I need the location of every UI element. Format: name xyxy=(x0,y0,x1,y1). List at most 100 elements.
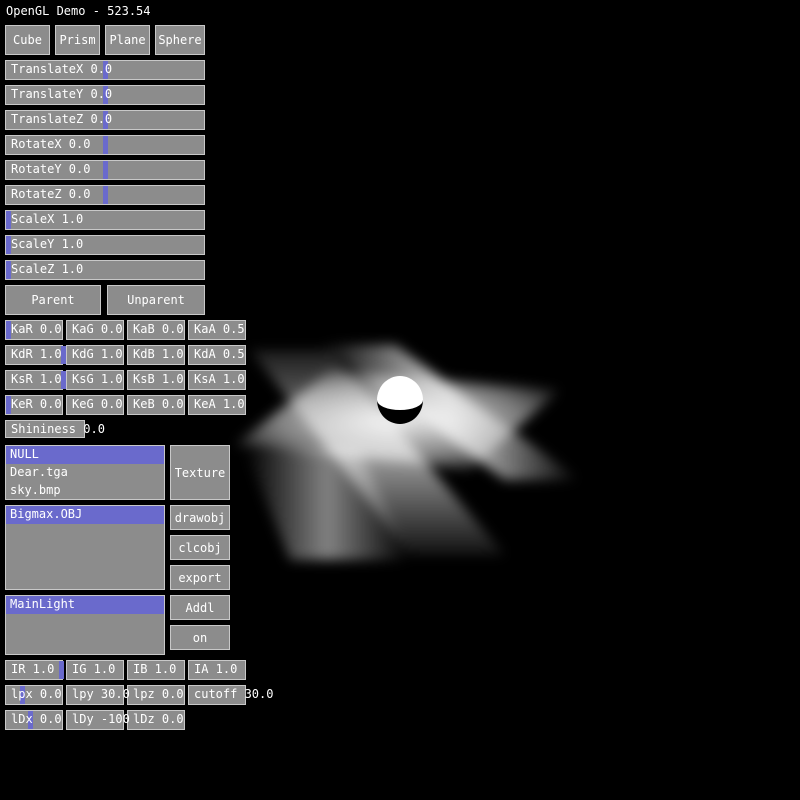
light-direction-slider[interactable]: lDz 0.0 xyxy=(127,710,185,730)
slider-label: IG 1.0 xyxy=(72,662,116,676)
light-position-slider[interactable]: lpx 0.0 xyxy=(5,685,63,705)
clcobj-button[interactable]: clcobj xyxy=(170,535,230,560)
light-on-button[interactable]: on xyxy=(170,625,230,650)
rendered-object xyxy=(235,345,580,560)
list-item[interactable]: Dear.tga xyxy=(6,464,164,482)
slider-label: IR 1.0 xyxy=(11,662,55,676)
slider-label: KsA 1.0 xyxy=(194,372,245,386)
slider-label: KdA 0.5 xyxy=(194,347,245,361)
window-title: OpenGL Demo - 523.54 xyxy=(6,4,151,18)
transform-slider[interactable]: ScaleY 1.0 xyxy=(5,235,205,255)
material-ka-slider[interactable]: KaR 0.0 xyxy=(5,320,63,340)
plane-button[interactable]: Plane xyxy=(105,25,150,55)
export-button[interactable]: export xyxy=(170,565,230,590)
list-item[interactable]: NULL xyxy=(6,446,164,464)
slider-label: KaA 0.5 xyxy=(194,322,245,336)
material-ka-slider[interactable]: KaG 0.0 xyxy=(66,320,124,340)
slider-label: IA 1.0 xyxy=(194,662,238,676)
slider-label: TranslateZ 0.0 xyxy=(11,112,113,126)
slider-label: KaR 0.0 xyxy=(11,322,62,336)
transform-slider[interactable]: ScaleX 1.0 xyxy=(5,210,205,230)
material-ke-slider[interactable]: KeA 1.0 xyxy=(188,395,246,415)
light-intensity-slider[interactable]: IG 1.0 xyxy=(66,660,124,680)
material-ks-slider[interactable]: KsG 1.0 xyxy=(66,370,124,390)
slider-label: ScaleZ 1.0 xyxy=(11,262,84,276)
material-kd-slider[interactable]: KdG 1.0 xyxy=(66,345,124,365)
slider-label: KeR 0.0 xyxy=(11,397,62,411)
light-sphere xyxy=(377,376,423,424)
list-item[interactable]: sky.bmp xyxy=(6,482,164,500)
light-intensity-slider[interactable]: IA 1.0 xyxy=(188,660,246,680)
slider-label: KeB 0.0 xyxy=(133,397,184,411)
shininess-slider[interactable]: Shininess 0.0 xyxy=(5,420,105,438)
light-direction-slider[interactable]: lDy -100 xyxy=(66,710,130,730)
slider-label: KeA 1.0 xyxy=(194,397,245,411)
drawobj-button[interactable]: drawobj xyxy=(170,505,230,530)
parent-button[interactable]: Parent xyxy=(5,285,101,315)
light-direction-slider[interactable]: lDx 0.0 xyxy=(5,710,63,730)
texture-list[interactable]: NULL Dear.tga sky.bmp xyxy=(5,445,165,500)
material-ka-slider[interactable]: KaA 0.5 xyxy=(188,320,246,340)
slider-label: KaG 0.0 xyxy=(72,322,123,336)
light-intensity-slider[interactable]: IB 1.0 xyxy=(127,660,185,680)
transform-slider[interactable]: ScaleZ 1.0 xyxy=(5,260,205,280)
slider-label: lpx 0.0 xyxy=(11,687,62,701)
light-position-slider[interactable]: lpz 0.0 xyxy=(127,685,185,705)
slider-label: KsG 1.0 xyxy=(72,372,123,386)
slider-knob[interactable] xyxy=(103,186,108,204)
cube-button[interactable]: Cube xyxy=(5,25,50,55)
slider-label: KaB 0.0 xyxy=(133,322,184,336)
transform-slider[interactable]: RotateY 0.0 xyxy=(5,160,205,180)
material-ks-slider[interactable]: KsA 1.0 xyxy=(188,370,246,390)
slider-label: KsB 1.0 xyxy=(133,372,184,386)
prism-button[interactable]: Prism xyxy=(55,25,100,55)
material-kd-slider[interactable]: KdR 1.0 xyxy=(5,345,66,365)
light-position-slider[interactable]: lpy 30.0 xyxy=(66,685,130,705)
unparent-button[interactable]: Unparent xyxy=(107,285,205,315)
light-list[interactable]: MainLight xyxy=(5,595,165,655)
slider-label: ScaleX 1.0 xyxy=(11,212,84,226)
transform-slider[interactable]: TranslateZ 0.0 xyxy=(5,110,205,130)
texture-button[interactable]: Texture xyxy=(170,445,230,500)
slider-label: RotateZ 0.0 xyxy=(11,187,91,201)
slider-label: KdB 1.0 xyxy=(133,347,184,361)
transform-slider[interactable]: RotateX 0.0 xyxy=(5,135,205,155)
slider-label: lDy -100 xyxy=(72,712,130,726)
slider-label: RotateX 0.0 xyxy=(11,137,91,151)
object-list[interactable]: Bigmax.OBJ xyxy=(5,505,165,590)
slider-label: TranslateX 0.0 xyxy=(11,62,113,76)
list-item[interactable]: Bigmax.OBJ xyxy=(6,506,164,524)
slider-label: lpz 0.0 xyxy=(133,687,184,701)
material-ke-slider[interactable]: KeR 0.0 xyxy=(5,395,63,415)
transform-slider[interactable]: RotateZ 0.0 xyxy=(5,185,205,205)
slider-label: TranslateY 0.0 xyxy=(11,87,113,101)
transform-slider[interactable]: TranslateX 0.0 xyxy=(5,60,205,80)
material-ks-slider[interactable]: KsB 1.0 xyxy=(127,370,185,390)
material-kd-slider[interactable]: KdB 1.0 xyxy=(127,345,185,365)
light-position-slider[interactable]: cutoff 30.0 xyxy=(188,685,273,705)
list-item[interactable]: MainLight xyxy=(6,596,164,614)
add-light-button[interactable]: Addl xyxy=(170,595,230,620)
slider-label: lDx 0.0 xyxy=(11,712,62,726)
light-intensity-slider[interactable]: IR 1.0 xyxy=(5,660,64,680)
slider-label: KdG 1.0 xyxy=(72,347,123,361)
slider-label: RotateY 0.0 xyxy=(11,162,91,176)
slider-label: KdR 1.0 xyxy=(11,347,62,361)
slider-knob[interactable] xyxy=(59,661,64,679)
slider-knob[interactable] xyxy=(103,136,108,154)
slider-label: KeG 0.0 xyxy=(72,397,123,411)
slider-label: lDz 0.0 xyxy=(133,712,184,726)
transform-slider[interactable]: TranslateY 0.0 xyxy=(5,85,205,105)
slider-knob[interactable] xyxy=(103,161,108,179)
material-ks-slider[interactable]: KsR 1.0 xyxy=(5,370,66,390)
slider-label: lpy 30.0 xyxy=(72,687,130,701)
slider-label: KsR 1.0 xyxy=(11,372,62,386)
material-ke-slider[interactable]: KeG 0.0 xyxy=(66,395,124,415)
shininess-label: Shininess 0.0 xyxy=(11,422,105,436)
material-ke-slider[interactable]: KeB 0.0 xyxy=(127,395,185,415)
slider-label: ScaleY 1.0 xyxy=(11,237,84,251)
material-kd-slider[interactable]: KdA 0.5 xyxy=(188,345,246,365)
slider-label: IB 1.0 xyxy=(133,662,177,676)
sphere-button[interactable]: Sphere xyxy=(155,25,205,55)
material-ka-slider[interactable]: KaB 0.0 xyxy=(127,320,185,340)
